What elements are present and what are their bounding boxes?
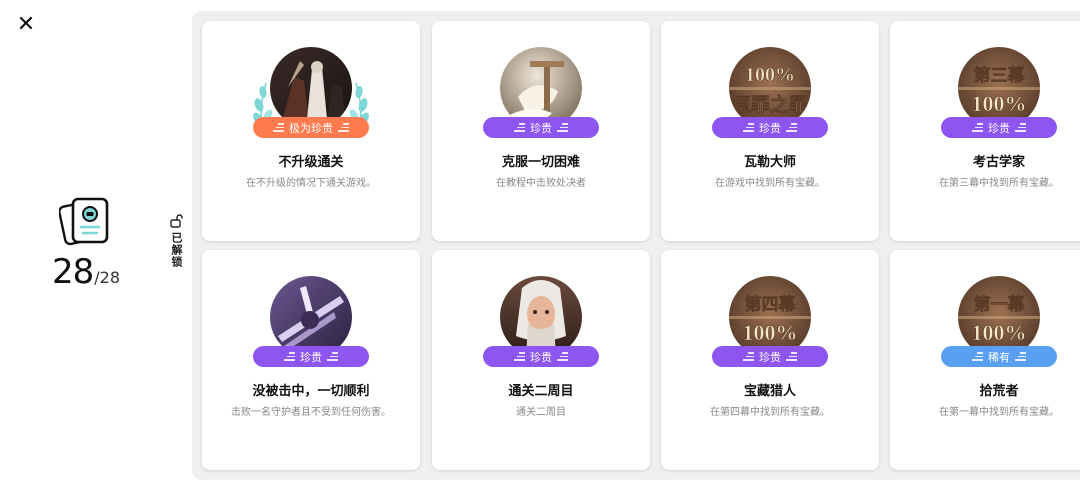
achievement-card[interactable]: 珍贵克服一切困难在教程中击败处决者: [432, 21, 650, 241]
achievement-title: 宝藏猎人: [743, 384, 796, 399]
achievement-description: 在第三幕中找到所有宝藏。: [939, 178, 1059, 189]
achievement-description: 在第一幕中找到所有宝藏。: [939, 407, 1059, 418]
achievement-card[interactable]: 第三幕 100% 珍贵考古学家在第三幕中找到所有宝藏。: [890, 21, 1080, 241]
achievement-title: 不升级通关: [278, 155, 344, 170]
rarity-badge: 极为珍贵: [253, 117, 369, 138]
svg-text:第三幕: 第三幕: [974, 65, 1026, 85]
achievement-description: 在游戏中找到所有宝藏。: [715, 178, 825, 189]
svg-text:100%: 100%: [972, 91, 1027, 116]
rarity-stripes-icon: [972, 123, 983, 132]
rarity-label: 珍贵: [300, 350, 322, 364]
close-button[interactable]: ✕: [14, 12, 38, 37]
achievement-title: 没被击中，一切顺利: [252, 384, 370, 399]
rarity-stripes-icon: [514, 352, 525, 361]
svg-text:100%: 100%: [745, 64, 795, 86]
rarity-stripes-icon: [786, 123, 797, 132]
rarity-stripes-icon: [1015, 352, 1026, 361]
achievement-card[interactable]: 珍贵 通关二周目 通关二周目: [432, 250, 650, 470]
unlocked-filter-label: 已解锁: [170, 232, 183, 268]
achievement-title: 瓦勒大师: [743, 155, 796, 170]
close-icon[interactable]: ✕: [17, 12, 35, 37]
rarity-label: 珍贵: [759, 350, 781, 364]
rarity-badge: 珍贵: [941, 117, 1057, 138]
achievement-description: 在教程中击败处决者: [496, 178, 586, 189]
rarity-badge: 珍贵: [483, 117, 599, 138]
rarity-label: 珍贵: [759, 121, 781, 135]
achievement-card[interactable]: 珍贵没被击中，一切顺利击败一名守护者且不受到任何伤害。: [202, 250, 420, 470]
rarity-stripes-icon: [327, 352, 338, 361]
rarity-badge: 珍贵: [712, 117, 828, 138]
svg-text:第一幕: 第一幕: [974, 294, 1026, 314]
lock-icon: [170, 214, 183, 228]
rarity-stripes-icon: [338, 123, 349, 132]
rarity-badge: 珍贵: [712, 346, 828, 367]
svg-text:100%: 100%: [972, 320, 1027, 345]
rarity-stripes-icon: [557, 123, 568, 132]
rarity-stripes-icon: [972, 352, 983, 361]
achievement-description: 通关二周目: [516, 407, 566, 418]
svg-text:第四幕: 第四幕: [745, 294, 797, 314]
svg-text:原罪之罪: 原罪之罪: [732, 93, 808, 116]
rarity-stripes-icon: [273, 123, 284, 132]
rarity-label: 珍贵: [988, 121, 1010, 135]
achievement-summary: 28 /28: [36, 196, 136, 292]
achievement-card[interactable]: 第四幕 100% 珍贵宝藏猎人在第四幕中找到所有宝藏。: [661, 250, 879, 470]
rarity-badge: 珍贵: [483, 346, 599, 367]
achievement-title: 克服一切困难: [501, 155, 580, 170]
achievement-card[interactable]: 100% 原罪之罪珍贵瓦勒大师在游戏中找到所有宝藏。: [661, 21, 879, 241]
rarity-stripes-icon: [743, 123, 754, 132]
achievement-title: 通关二周目: [508, 384, 574, 399]
achievement-description: 击败一名守护者且不受到任何伤害。: [231, 407, 391, 418]
unlocked-count: 28: [51, 252, 94, 292]
rarity-stripes-icon: [514, 123, 525, 132]
achievement-book-icon: [59, 197, 109, 246]
rarity-label: 稀有: [988, 350, 1010, 364]
rarity-stripes-icon: [1015, 123, 1026, 132]
rarity-stripes-icon: [786, 352, 797, 361]
achievement-card[interactable]: 极为珍贵不升级通关在不升级的情况下通关游戏。: [202, 21, 420, 241]
rarity-stripes-icon: [743, 352, 754, 361]
svg-text:100%: 100%: [743, 320, 798, 345]
achievement-title: 考古学家: [972, 155, 1025, 170]
rarity-badge: 稀有: [941, 346, 1057, 367]
achievement-description: 在不升级的情况下通关游戏。: [246, 178, 376, 189]
total-count: /28: [94, 268, 120, 287]
rarity-stripes-icon: [284, 352, 295, 361]
achievement-description: 在第四幕中找到所有宝藏。: [710, 407, 830, 418]
unlocked-filter-tab[interactable]: 已解锁: [167, 214, 185, 268]
achievement-grid: 极为珍贵 不升级通关 在不升级的情况下通关游戏。 珍贵 克服一切困难 在教程中击败处决者 1…: [192, 11, 1080, 480]
rarity-label: 珍贵: [530, 350, 552, 364]
rarity-badge: 珍贵: [253, 346, 369, 367]
rarity-stripes-icon: [557, 352, 568, 361]
achievement-card[interactable]: 第一幕 100% 稀有拾荒者在第一幕中找到所有宝藏。: [890, 250, 1080, 470]
achievement-title: 拾荒者: [979, 384, 1019, 399]
rarity-label: 珍贵: [530, 121, 552, 135]
rarity-label: 极为珍贵: [289, 121, 333, 135]
